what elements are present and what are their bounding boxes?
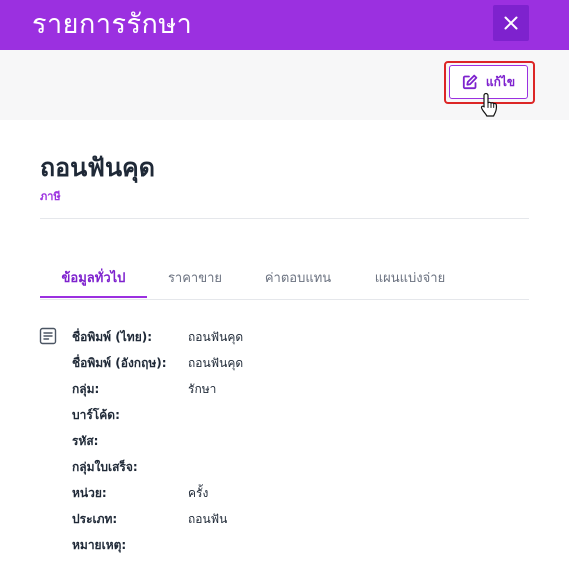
modal-title: รายการรักษา bbox=[32, 9, 193, 40]
detail-row-name-thai: ชื่อพิมพ์ (ไทย): ถอนฟันคุด bbox=[72, 324, 512, 350]
edit-button-label: แก้ไข bbox=[485, 74, 516, 89]
detail-row-unit: หน่วย: ครั้ง bbox=[72, 480, 512, 506]
treatment-detail-modal: รายการรักษา แก้ไข ถอนฟันคุด ภาษี ข้อมูลท… bbox=[0, 0, 569, 579]
detail-row-note: หมายเหตุ: bbox=[72, 532, 512, 558]
detail-label: กลุ่มใบเสร็จ: bbox=[72, 459, 138, 474]
detail-label: หน่วย: bbox=[72, 485, 107, 500]
detail-label: บาร์โค้ด: bbox=[72, 407, 120, 422]
detail-label: ประเภท: bbox=[72, 511, 118, 526]
detail-value: รักษา bbox=[188, 381, 217, 396]
detail-label: ชื่อพิมพ์ (ไทย): bbox=[72, 329, 153, 344]
tab-selling-price[interactable]: ราคาขาย bbox=[155, 258, 235, 298]
tab-installment-plan[interactable]: แผนแบ่งจ่าย bbox=[360, 258, 460, 298]
detail-value: ครั้ง bbox=[188, 485, 209, 500]
edit-icon bbox=[462, 74, 478, 90]
close-icon bbox=[504, 16, 518, 30]
item-subtitle: ภาษี bbox=[40, 190, 61, 203]
detail-row-barcode: บาร์โค้ด: bbox=[72, 402, 512, 428]
title-divider bbox=[40, 218, 529, 219]
action-toolbar: แก้ไข bbox=[0, 50, 569, 120]
detail-label: ชื่อพิมพ์ (อังกฤษ): bbox=[72, 355, 167, 370]
detail-row-group: กลุ่ม: รักษา bbox=[72, 376, 512, 402]
detail-row-receipt-group: กลุ่มใบเสร็จ: bbox=[72, 454, 512, 480]
item-title: ถอนฟันคุด bbox=[40, 153, 155, 182]
hand-pointer-cursor bbox=[480, 92, 498, 117]
detail-row-code: รหัส: bbox=[72, 428, 512, 454]
detail-label: กลุ่ม: bbox=[72, 381, 100, 396]
document-list-icon bbox=[39, 327, 57, 345]
detail-value: ถอนฟันคุด bbox=[188, 355, 244, 370]
detail-row-name-english: ชื่อพิมพ์ (อังกฤษ): ถอนฟันคุด bbox=[72, 350, 512, 376]
tab-general-info[interactable]: ข้อมูลทั่วไป bbox=[40, 258, 147, 298]
detail-row-type: ประเภท: ถอนฟัน bbox=[72, 506, 512, 532]
detail-label: หมายเหตุ: bbox=[72, 537, 127, 552]
detail-label: รหัส: bbox=[72, 433, 99, 448]
detail-value: ถอนฟันคุด bbox=[188, 329, 244, 344]
modal-header: รายการรักษา bbox=[0, 0, 569, 50]
general-info-details: ชื่อพิมพ์ (ไทย): ถอนฟันคุด ชื่อพิมพ์ (อั… bbox=[72, 324, 512, 558]
tab-bar: ข้อมูลทั่วไป ราคาขาย ค่าตอบแทน แผนแบ่งจ่… bbox=[40, 258, 529, 300]
close-button[interactable] bbox=[493, 5, 529, 41]
tab-compensation[interactable]: ค่าตอบแทน bbox=[253, 258, 343, 298]
detail-value: ถอนฟัน bbox=[188, 511, 228, 526]
